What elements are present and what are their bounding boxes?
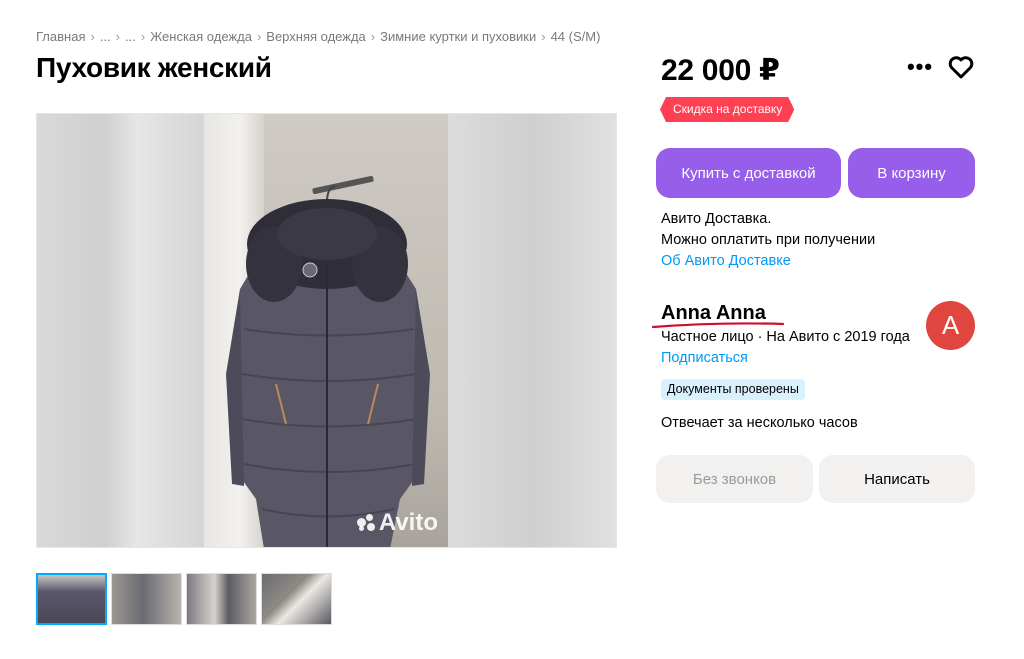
no-calls-button[interactable]: Без звонков [656,455,813,503]
breadcrumb-separator: › [115,29,121,44]
breadcrumb-home[interactable]: Главная [36,29,85,44]
subscribe-link[interactable]: Подписаться [661,350,748,366]
breadcrumb-separator: › [370,29,376,44]
breadcrumb-separator: › [90,29,95,44]
breadcrumb: Главная › ... › ... › Женская одежда › В… [36,29,600,44]
thumbnail-2[interactable] [111,573,182,625]
breadcrumb-separator: › [256,29,262,44]
seller-meta: Частное лицо · На Авито с 2019 года [661,329,910,345]
thumbnail-3[interactable] [186,573,257,625]
photo-image [204,114,450,547]
avito-watermark: Avito [356,509,438,537]
documents-verified-badge: Документы проверены [661,379,805,400]
breadcrumb-size[interactable]: 44 (S/M) [551,29,601,44]
coat-illustration [226,185,430,547]
breadcrumb-outerwear[interactable]: Верхняя одежда [266,29,365,44]
add-to-cart-button[interactable]: В корзину [848,148,975,198]
avito-logo-icon [356,514,375,532]
thumbnail-1[interactable] [36,573,107,625]
delivery-line-2: Можно оплатить при получении [661,232,876,248]
delivery-line-1: Авито Доставка. [661,211,772,227]
thumbnail-strip [36,573,332,625]
about-delivery-link[interactable]: Об Авито Доставке [661,251,875,272]
photo-blur-right [448,114,616,547]
breadcrumb-separator: › [140,29,146,44]
more-dots-icon[interactable]: ••• [906,54,934,79]
price: 22 000 ₽ [661,54,780,87]
photo-blur-left [37,114,204,547]
response-time: Отвечает за несколько часов [661,415,858,431]
main-photo[interactable]: Avito [36,113,617,548]
discount-badge: Скидка на доставку [660,97,794,122]
listing-title: Пуховик женский [36,52,272,83]
breadcrumb-winter-jackets[interactable]: Зимние куртки и пуховики [380,29,536,44]
heart-icon[interactable] [946,53,976,81]
delivery-info: Авито Доставка. Можно оплатить при получ… [661,209,875,272]
thumbnail-4[interactable] [261,573,332,625]
breadcrumb-separator: › [541,29,546,44]
underline-annotation [652,322,784,329]
watermark-text: Avito [378,509,438,536]
breadcrumb-collapsed-1[interactable]: ... [100,29,111,44]
breadcrumb-womens-clothing[interactable]: Женская одежда [150,29,252,44]
avatar[interactable]: A [926,301,975,350]
buy-with-delivery-button[interactable]: Купить с доставкой [656,148,841,198]
write-message-button[interactable]: Написать [819,455,975,503]
breadcrumb-collapsed-2[interactable]: ... [125,29,136,44]
